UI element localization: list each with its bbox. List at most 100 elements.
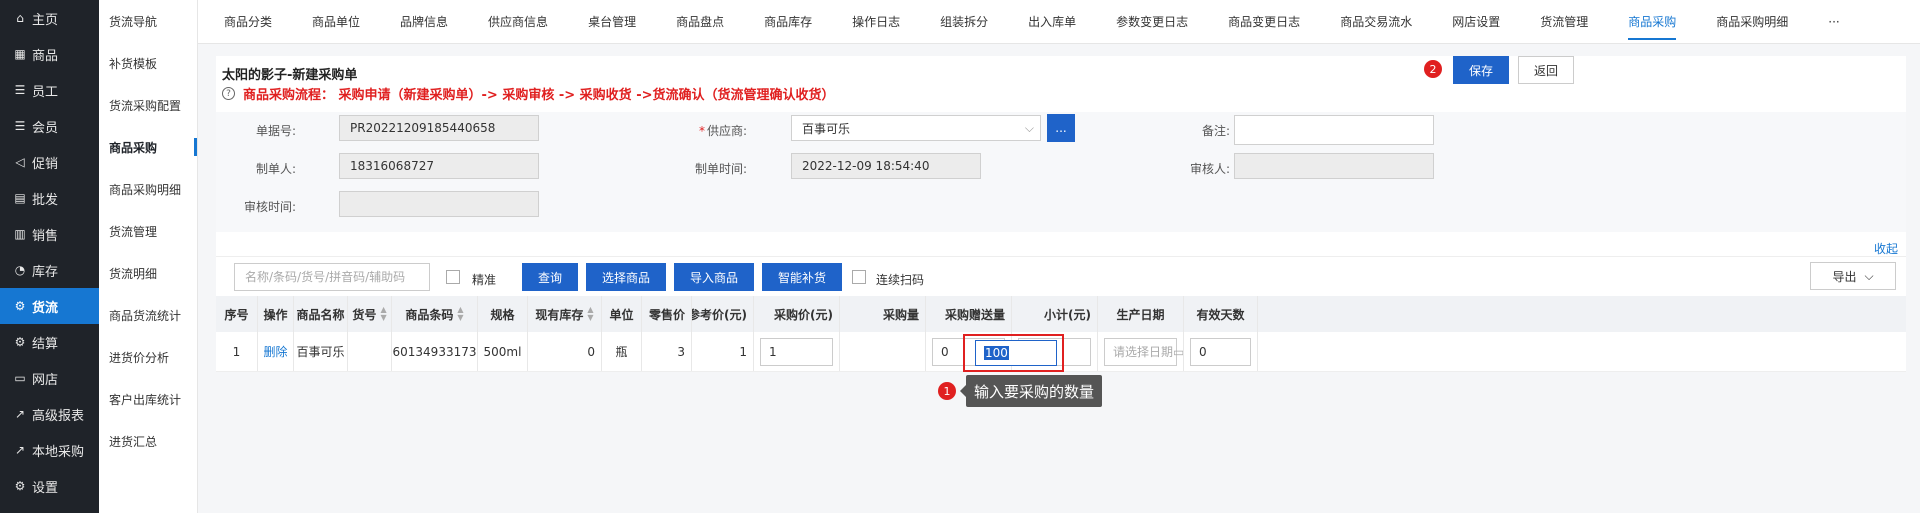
unit-cell: 瓶 [602,332,642,371]
column-header[interactable]: 货号 ▲ ▼ [348,296,392,332]
submenu-item[interactable]: 客户出库统计 [99,378,197,420]
submenu-item[interactable]: 商品采购明细 [99,168,197,210]
import-product-button[interactable]: 导入商品 [674,263,754,291]
column-header-label: 商品名称 [296,307,345,322]
audit-time-field [339,191,539,217]
tab-item[interactable]: 商品盘点 [656,0,744,44]
home-icon: ⌂ [16,11,24,25]
tab-item[interactable]: 商品采购 [1608,0,1696,44]
submenu-item[interactable]: 商品货流统计 [99,294,197,336]
tab-item[interactable]: 货流管理 [1520,0,1608,44]
submenu-item[interactable]: 货流管理 [99,210,197,252]
submenu-item[interactable]: 补货模板 [99,42,197,84]
tab-item[interactable]: 组装拆分 [920,0,1008,44]
tab-item[interactable]: 商品交易流水 [1320,0,1432,44]
step-badge-2: 2 [1424,60,1442,78]
sort-icon: ▲ ▼ [457,305,464,322]
column-header-label: 现有库存 [535,307,584,322]
exact-checkbox[interactable] [446,270,460,284]
sidebar-item-product[interactable]: ▦ 商品 [0,36,99,72]
report-icon: ↗ [14,407,26,421]
back-button[interactable]: 返回 [1518,56,1574,84]
barcode-cell: 1601349331734 [392,332,478,371]
tab-item[interactable]: 品牌信息 [380,0,468,44]
member-icon: ☰ [14,119,26,133]
hint-tooltip: 输入要采购的数量 [959,375,1103,407]
tab-item[interactable]: 商品库存 [744,0,832,44]
column-header-label: 参考价(元) [692,307,747,322]
sidebar-item-label: 商品 [32,48,59,64]
submenu-item[interactable]: 商品采购 [99,126,197,168]
table-header: 序号 操作 商品名称 货号 ▲ ▼ 商品条码 ▲ ▼ 规格 现有库存 ▲ ▼ 单位 零售价 参考价(元) 采购价… [216,296,1906,332]
valid-days-input[interactable]: 0 [1190,337,1251,366]
page-title: 太阳的影子-新建采购单 [222,68,358,83]
smart-replenish-button[interactable]: 智能补货 [762,263,842,291]
flow-text: 商品采购流程： 采购申请（新建采购单）-> 采购审核 -> 采购收货 ->货流确… [243,88,835,103]
delete-link[interactable]: 删除 [264,343,288,360]
sidebar-item-settlement[interactable]: ⚙ 结算 [0,324,99,360]
chevron-down-icon: ⌵ [1024,120,1034,135]
tab-item[interactable]: 商品分类 [204,0,292,44]
select-product-button[interactable]: 选择商品 [586,263,666,291]
column-header: 单位 [602,296,642,332]
sidebar-item-settings[interactable]: ⚙ 设置 [0,468,99,504]
sidebar-item-inventory[interactable]: ◔ 库存 [0,252,99,288]
submenu-item[interactable]: 进货价分析 [99,336,197,378]
sidebar-item-home[interactable]: ⌂ 主页 [0,0,99,36]
sidebar-item-online-store[interactable]: ▭ 网店 [0,360,99,396]
export-button[interactable]: 导出 ⌵ [1810,262,1896,290]
column-header[interactable]: 商品条码 ▲ ▼ [392,296,478,332]
sidebar-item-staff[interactable]: ☰ 员工 [0,72,99,108]
sidebar-item-local-purchase[interactable]: ↗ 本地采购 [0,432,99,468]
index-cell: 1 [216,332,258,371]
date-placeholder: 请选择日期 [1113,345,1174,359]
sidebar-item-wholesale[interactable]: ▤ 批发 [0,180,99,216]
tab-item[interactable]: 网店设置 [1432,0,1520,44]
tab-item[interactable]: 出入库单 [1008,0,1096,44]
supplier-value: 百事可乐 [802,121,851,136]
column-header: 商品名称 [294,296,348,332]
column-header[interactable]: 现有库存 ▲ ▼ [528,296,602,332]
sidebar-item-promotion[interactable]: ◁ 促销 [0,144,99,180]
sidebar-item-report[interactable]: ↗ 高级报表 [0,396,99,432]
submenu-item[interactable]: 货流明细 [99,252,197,294]
sidebar-item-label: 会员 [32,120,59,136]
tab-item[interactable]: 商品变更日志 [1208,0,1320,44]
collapse-link[interactable]: 收起 [1874,240,1898,257]
ref-price-cell: 1 [692,332,754,371]
search-input[interactable] [234,263,430,291]
purchase-qty-input[interactable]: 100 [975,340,1057,366]
auditor-label: 审核人: [1189,162,1230,176]
auditor-field [1234,153,1434,179]
purchase-price-input[interactable]: 1 [760,337,833,366]
supplier-select[interactable]: 百事可乐 ⌵ [791,115,1041,141]
more-tabs-button[interactable]: ··· [1808,0,1859,44]
tab-item[interactable]: 商品采购明细 [1696,0,1808,44]
submenu-item[interactable]: 货流采购配置 [99,84,197,126]
sidebar-item-label: 设置 [32,480,59,496]
sidebar-item-member[interactable]: ☰ 会员 [0,108,99,144]
production-date-picker[interactable]: 请选择日期 ▭ [1104,337,1183,366]
query-button[interactable]: 查询 [522,263,578,291]
column-header: 生产日期 [1098,296,1184,332]
tab-item[interactable]: 参数变更日志 [1096,0,1208,44]
sidebar-item-sales[interactable]: ▥ 销售 [0,216,99,252]
submenu-item[interactable]: 货流导航 [99,0,197,42]
continuous-scan-checkbox[interactable] [852,270,866,284]
supplier-more-button[interactable]: ... [1047,114,1075,142]
remark-textarea[interactable] [1234,115,1434,145]
tab-item[interactable]: 桌台管理 [568,0,656,44]
tab-item[interactable]: 商品单位 [292,0,380,44]
tab-item[interactable]: 操作日志 [832,0,920,44]
submenu-item[interactable]: 进货汇总 [99,420,197,462]
column-header-label: 采购价(元) [774,307,833,322]
column-header-label: 有效天数 [1196,307,1245,322]
purchase-qty-value: 100 [984,346,1009,360]
column-header: 操作 [258,296,294,332]
save-button[interactable]: 保存 [1453,56,1509,84]
tab-item[interactable]: 供应商信息 [468,0,568,44]
sidebar-item-label: 员工 [32,84,59,100]
sidebar-item-goods-flow[interactable]: ⚙ 货流 [0,288,99,324]
wholesale-icon: ▤ [14,191,26,205]
delete-cell: 删除 [258,332,294,371]
